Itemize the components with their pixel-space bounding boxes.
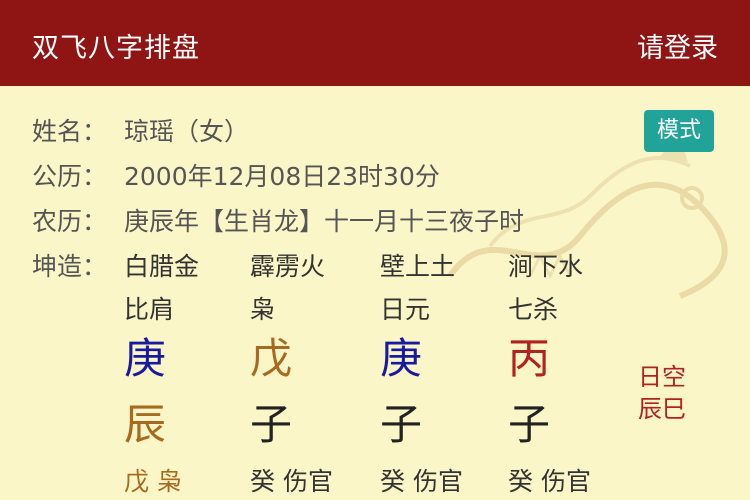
pillar-3-branch: 子 xyxy=(380,400,423,449)
day-empty-value: 辰巳 xyxy=(638,395,686,423)
pillar-4-stem: 丙 xyxy=(508,334,551,383)
day-empty-label: 日空 xyxy=(638,363,686,391)
name-row: 姓名： 琼瑶（女） xyxy=(32,112,249,148)
solar-value: 2000年12月08日23时30分 xyxy=(124,162,440,191)
login-link[interactable]: 请登录 xyxy=(637,26,718,65)
pillar-3-stem: 庚 xyxy=(380,334,423,383)
app-header: 双飞八字排盘 请登录 xyxy=(0,0,750,86)
pillar-2-ten-god: 枭 xyxy=(250,295,276,324)
pillar-3-hidden: 癸 伤官 xyxy=(380,467,463,496)
solar-label: 公历： xyxy=(32,162,108,191)
lunar-label: 农历： xyxy=(32,207,108,236)
pillar-1-nayin: 白腊金 xyxy=(124,252,200,281)
lunar-date-row: 农历： 庚辰年【生肖龙】十一月十三夜子时 xyxy=(32,202,524,238)
pillar-2-stem: 戊 xyxy=(250,334,293,383)
pillar-1-branch: 辰 xyxy=(124,400,167,449)
pillar-4-nayin: 涧下水 xyxy=(508,252,584,281)
pillar-3-nayin: 壁上土 xyxy=(380,252,456,281)
app-title: 双飞八字排盘 xyxy=(32,33,200,64)
chart-panel xyxy=(0,86,750,500)
pillar-4-hidden: 癸 伤官 xyxy=(508,467,591,496)
pillar-2-hidden: 癸 伤官 xyxy=(250,467,333,496)
mode-button[interactable]: 模式 xyxy=(644,110,714,152)
pillar-1-stem: 庚 xyxy=(124,334,167,383)
pillar-1-hidden: 戊 枭 xyxy=(124,467,182,496)
solar-date-row: 公历： 2000年12月08日23时30分 xyxy=(32,157,440,193)
pillar-3-ten-god: 日元 xyxy=(380,295,431,324)
pillar-2-branch: 子 xyxy=(250,400,293,449)
pillar-2-nayin: 霹雳火 xyxy=(250,252,326,281)
pillar-1-ten-god: 比肩 xyxy=(124,295,175,324)
name-value: 琼瑶（女） xyxy=(124,117,250,146)
pillar-4-branch: 子 xyxy=(508,400,551,449)
pillar-4-ten-god: 七杀 xyxy=(508,295,559,324)
lunar-value: 庚辰年【生肖龙】十一月十三夜子时 xyxy=(124,207,525,236)
kun-row: 坤造： xyxy=(32,247,124,283)
name-label: 姓名： xyxy=(32,117,108,146)
kun-label: 坤造： xyxy=(32,252,108,281)
